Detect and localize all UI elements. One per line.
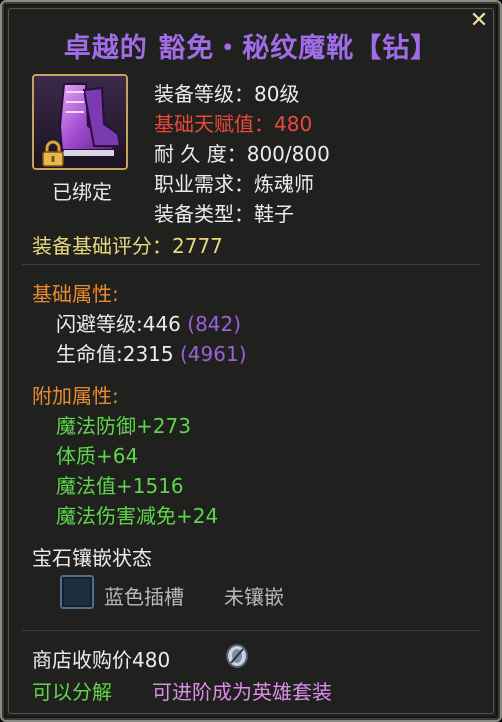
item-title: 卓越的 豁免・秘纹魔靴【钻】 bbox=[63, 33, 439, 64]
gem-status-header: 宝石镶嵌状态 bbox=[32, 546, 152, 570]
hp-stat-bonus: (4961) bbox=[180, 342, 247, 366]
class-requirement: 职业需求：炼魂师 bbox=[154, 172, 314, 196]
bound-status: 已绑定 bbox=[52, 180, 112, 204]
base-score: 装备基础评分：2777 bbox=[32, 234, 223, 258]
dodge-stat: 闪避等级:446 (842) bbox=[56, 308, 241, 337]
silver-coin-icon bbox=[226, 644, 248, 668]
item-tooltip: ✕ 卓越的 豁免・秘纹魔靴【钻】 已绑定 装备等级：80级 基础天赋值：480 … bbox=[0, 0, 502, 722]
item-icon-frame[interactable] bbox=[32, 74, 128, 170]
can-upgrade: 可进阶成为英雄套装 bbox=[152, 680, 332, 704]
dodge-stat-label: 闪避等级:446 bbox=[56, 312, 181, 336]
extra-attribute: 魔法防御+273 bbox=[56, 414, 191, 438]
dodge-stat-bonus: (842) bbox=[187, 312, 242, 336]
base-talent-value: 基础天赋值：480 bbox=[154, 112, 313, 136]
divider bbox=[22, 264, 480, 265]
equip-level: 装备等级：80级 bbox=[154, 82, 300, 106]
can-decompose: 可以分解 bbox=[32, 680, 112, 704]
gem-slot-icon[interactable] bbox=[60, 575, 94, 609]
hp-stat: 生命值:2315 (4961) bbox=[56, 338, 247, 367]
durability: 耐 久 度：800/800 bbox=[154, 142, 330, 166]
shop-price: 商店收购价480 bbox=[32, 648, 171, 672]
extra-attribute: 体质+64 bbox=[56, 444, 139, 468]
lock-icon bbox=[42, 140, 64, 167]
extra-attribute: 魔法伤害减免+24 bbox=[56, 504, 219, 528]
gem-slot-color: 蓝色插槽 bbox=[104, 585, 184, 609]
divider bbox=[22, 630, 480, 631]
gem-slot-status: 未镶嵌 bbox=[224, 585, 284, 609]
extra-attribute: 魔法值+1516 bbox=[56, 474, 184, 498]
base-attributes-header: 基础属性: bbox=[32, 282, 119, 306]
equip-type: 装备类型：鞋子 bbox=[154, 202, 294, 226]
extra-attributes-header: 附加属性: bbox=[32, 384, 119, 408]
hp-stat-label: 生命值:2315 bbox=[56, 342, 174, 366]
